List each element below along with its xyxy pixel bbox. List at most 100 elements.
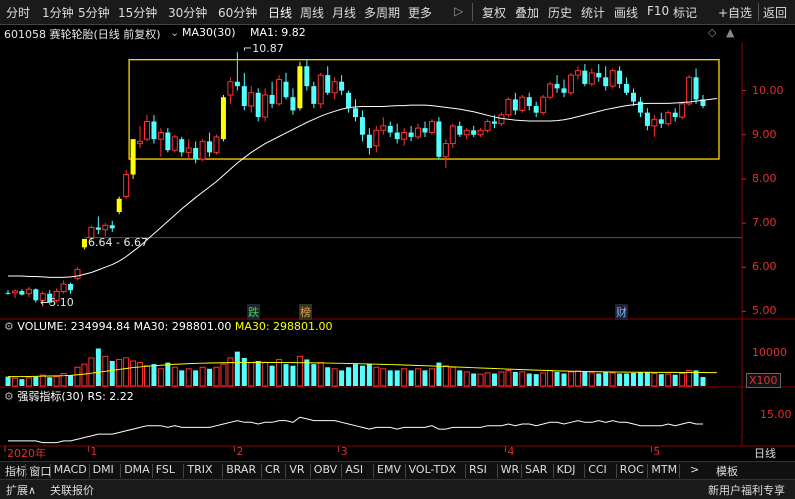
candle[interactable] [276,75,283,107]
indicator-tab-8[interactable]: CR [265,463,280,476]
candle[interactable] [74,267,81,281]
candle[interactable] [95,216,101,235]
candle[interactable] [394,123,400,144]
indicator-tab-7[interactable]: BRAR [226,463,256,476]
candle[interactable] [102,223,109,237]
candle[interactable] [477,128,484,137]
candle[interactable] [171,134,178,153]
candle[interactable] [540,94,547,115]
candle[interactable] [283,72,289,100]
candle[interactable] [207,132,213,157]
candle[interactable] [617,66,623,89]
kline-chart[interactable] [0,0,795,498]
candle[interactable] [700,94,706,109]
indicator-tab-19[interactable]: ROC [620,463,644,476]
template-button[interactable]: 模板 [716,463,738,479]
candle[interactable] [213,134,220,155]
candle[interactable] [290,88,296,115]
candle[interactable] [428,119,435,135]
indicator-tab-3[interactable]: DMI [93,463,114,476]
candle[interactable] [380,117,387,135]
indicator-tab-18[interactable]: CCI [588,463,607,476]
candle[interactable] [262,88,269,122]
indicator-tab-11[interactable]: ASI [345,463,363,476]
candle[interactable] [582,64,588,87]
new-user-promo-link[interactable]: 新用户福利专享 [708,482,785,498]
indicator-tab-12[interactable]: EMV [377,463,401,476]
candle[interactable] [33,288,39,303]
candle[interactable] [574,66,581,80]
candle[interactable] [297,61,303,111]
indicator-tab-13[interactable]: VOL-TDX [409,463,457,476]
candle[interactable] [241,72,247,111]
candle[interactable] [346,90,352,113]
candle[interactable] [471,125,477,137]
candle[interactable] [5,290,11,295]
candle[interactable] [144,114,150,142]
tab-scroll-arrow[interactable]: > [690,463,699,476]
candle[interactable] [665,110,672,126]
candle[interactable] [311,81,317,109]
candle[interactable] [359,110,365,142]
candle[interactable] [81,238,87,250]
indicator-tab-16[interactable]: SAR [525,463,547,476]
related-quote-button[interactable]: 关联报价 [50,482,94,498]
candle[interactable] [151,114,157,144]
candle[interactable] [463,128,470,140]
candle[interactable] [631,88,636,107]
candle[interactable] [519,94,526,113]
candle[interactable] [442,139,449,168]
candle[interactable] [387,121,393,137]
candle[interactable] [157,128,164,157]
candle[interactable] [11,289,18,299]
candle[interactable] [339,75,345,95]
candle[interactable] [609,68,616,89]
event-badge-1[interactable]: 跌 [247,304,260,320]
candle[interactable] [408,125,414,142]
indicator-tab-17[interactable]: KDJ [557,463,576,476]
event-badge-3[interactable]: 财 [615,304,628,320]
candle[interactable] [658,112,664,129]
indicator-tab-0[interactable]: 指标 [5,463,27,479]
indicator-tab-5[interactable]: FSL [156,463,175,476]
indicator-tab-10[interactable]: OBV [314,463,337,476]
candle[interactable] [436,117,442,160]
candle[interactable] [366,128,372,155]
candle[interactable] [179,136,185,157]
candle[interactable] [353,99,358,122]
candle[interactable] [137,125,144,148]
candle[interactable] [304,59,310,91]
candle[interactable] [269,81,275,109]
expand-button[interactable]: 扩展∧ [6,482,36,498]
candle[interactable] [498,112,505,126]
candle[interactable] [19,289,25,296]
indicator-tab-1[interactable]: 窗口 [29,463,51,479]
candle[interactable] [449,123,456,148]
candle[interactable] [512,92,518,115]
candle[interactable] [567,72,574,95]
indicator-tab-9[interactable]: VR [289,463,304,476]
candle[interactable] [624,77,630,95]
candle[interactable] [255,88,261,122]
candle[interactable] [672,108,678,122]
candle[interactable] [331,77,338,100]
indicator-tab-20[interactable]: MTM [651,463,677,476]
indicator-tab-4[interactable]: DMA [124,463,150,476]
candle[interactable] [220,94,226,142]
event-badge-2[interactable]: 榜 [299,304,312,320]
candle[interactable] [588,68,595,87]
candle[interactable] [116,196,122,215]
candle[interactable] [596,64,602,82]
indicator-tab-6[interactable]: TRIX [187,463,212,476]
candle[interactable] [554,75,560,93]
candle[interactable] [185,139,192,160]
candle[interactable] [561,79,567,98]
candle[interactable] [199,139,206,162]
candle[interactable] [227,77,234,104]
candle[interactable] [193,141,199,164]
candle[interactable] [165,128,171,153]
indicator-tab-15[interactable]: WR [501,463,520,476]
indicator-tab-14[interactable]: RSI [469,463,487,476]
candle[interactable] [693,68,699,104]
candle[interactable] [547,81,554,100]
